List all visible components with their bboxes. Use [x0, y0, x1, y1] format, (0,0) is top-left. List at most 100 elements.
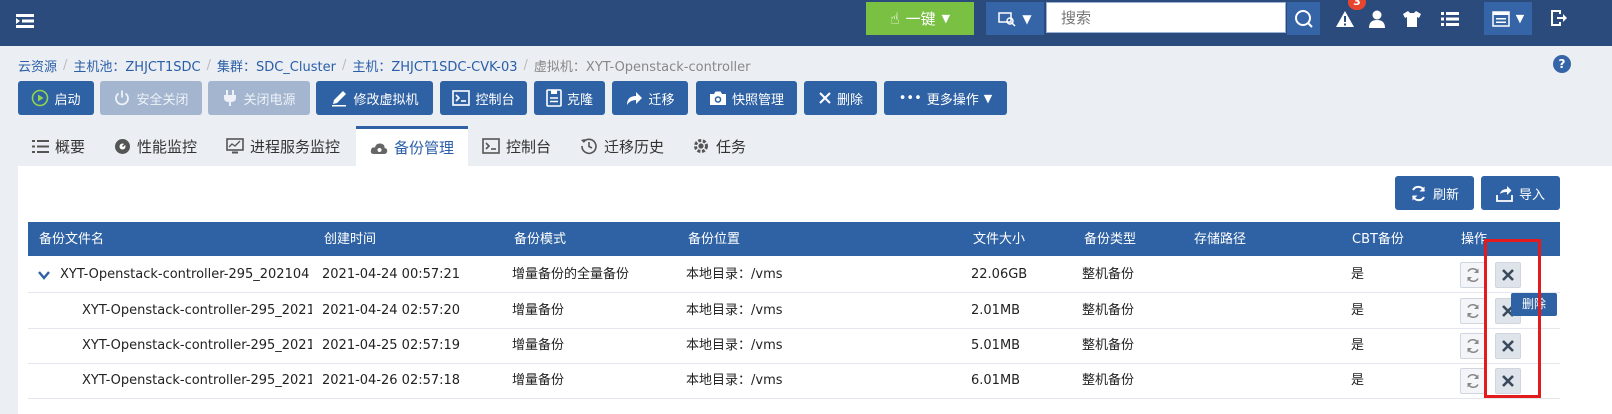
tab-tasks-label: 任务	[716, 137, 747, 156]
delete-vm-label: 删除	[836, 92, 863, 108]
chevron-down-icon[interactable]	[38, 269, 50, 280]
created-time: 2021-04-24 00:57:21	[322, 267, 461, 282]
restore-button[interactable]	[1460, 298, 1486, 324]
start-button[interactable]: 启动	[18, 81, 94, 115]
delete-backup-button[interactable]	[1495, 262, 1521, 288]
modify-vm-button[interactable]: 修改虚拟机	[316, 81, 433, 115]
view-switch-dropdown[interactable]: ▼	[1484, 2, 1532, 35]
tab-migration-history[interactable]: 迁移历史	[580, 126, 664, 166]
restore-button[interactable]	[1460, 333, 1486, 359]
import-icon	[1496, 185, 1513, 202]
clone-button[interactable]: 克隆	[534, 81, 605, 115]
table-row[interactable]: XYT-Openstack-controller-295_202104… 202…	[28, 257, 1560, 293]
breadcrumb-host-pool[interactable]: 主机池：ZHJCT1SDC	[73, 56, 200, 75]
column-header-location[interactable]: 备份位置	[688, 222, 740, 256]
list-icon[interactable]	[1439, 8, 1461, 30]
modify-vm-label: 修改虚拟机	[353, 92, 419, 108]
breadcrumb-vm: 虚拟机：XYT-Openstack-controller	[533, 59, 751, 75]
breadcrumb-separator: /	[63, 57, 68, 73]
top-bar: ☝ 一键 ▼ ▼ 3 ▼	[0, 0, 1612, 46]
column-header-type[interactable]: 备份类型	[1084, 222, 1136, 256]
backup-mode: 增量备份	[512, 373, 565, 388]
search-type-icon	[998, 11, 1016, 27]
column-header-size[interactable]: 文件大小	[973, 222, 1025, 256]
tab-console[interactable]: 控制台	[482, 126, 551, 166]
tab-overview-label: 概要	[55, 137, 86, 156]
delete-backup-button[interactable]	[1495, 368, 1521, 394]
breadcrumb-host[interactable]: 主机：ZHJCT1SDC-CVK-03	[352, 56, 517, 75]
column-header-mode[interactable]: 备份模式	[514, 222, 566, 256]
backup-mode: 增量备份的全量备份	[512, 267, 630, 282]
file-size: 22.06GB	[971, 267, 1028, 282]
column-header-name[interactable]: 备份文件名	[39, 222, 104, 256]
refresh-icon	[1412, 185, 1425, 201]
restore-icon	[1467, 303, 1479, 319]
refresh-button[interactable]: 刷新	[1395, 176, 1474, 210]
console-label: 控制台	[475, 92, 515, 108]
tab-overview[interactable]: 概要	[32, 126, 85, 166]
ellipsis-icon: •••	[898, 90, 922, 106]
cloud-icon	[370, 142, 388, 154]
breadcrumb-separator: /	[523, 57, 528, 73]
caret-down-icon: ▼	[1515, 12, 1525, 25]
one-click-label: 一键	[905, 10, 936, 28]
column-header-path[interactable]: 存储路径	[1194, 222, 1246, 256]
import-button[interactable]: 导入	[1481, 176, 1560, 210]
refresh-label: 刷新	[1432, 187, 1459, 203]
snapshot-button[interactable]: 快照管理	[696, 81, 797, 115]
restore-button[interactable]	[1460, 368, 1486, 394]
skin-icon[interactable]	[1401, 8, 1423, 30]
restore-button[interactable]	[1460, 262, 1486, 288]
close-icon	[1502, 269, 1514, 281]
play-circle-icon	[32, 89, 49, 107]
caret-down-icon: ▼	[983, 91, 993, 105]
history-icon	[581, 138, 597, 155]
table-row[interactable]: XYT-Openstack-controller-295_202104 2021…	[28, 328, 1560, 364]
one-click-button[interactable]: ☝ 一键 ▼	[866, 2, 974, 35]
logout-icon[interactable]	[1548, 8, 1570, 30]
backup-location: 本地目录：/vms	[686, 303, 783, 318]
user-icon[interactable]	[1366, 8, 1388, 30]
tab-backup[interactable]: 备份管理	[356, 126, 468, 166]
search-input[interactable]	[1046, 2, 1286, 33]
menu-toggle-icon[interactable]	[14, 10, 38, 34]
file-size: 5.01MB	[971, 338, 1021, 353]
power-off-button[interactable]: 关闭电源	[208, 81, 310, 115]
search-button[interactable]	[1287, 2, 1320, 35]
backup-type: 整机备份	[1082, 338, 1135, 353]
restore-icon	[1467, 338, 1479, 354]
safe-shutdown-button[interactable]: 安全关闭	[100, 81, 202, 115]
column-header-cbt[interactable]: CBT备份	[1352, 222, 1404, 256]
delete-vm-button[interactable]: 删除	[804, 81, 877, 115]
close-icon	[819, 92, 831, 104]
delete-backup-button[interactable]	[1495, 333, 1521, 359]
breadcrumb: 云资源 / 主机池：ZHJCT1SDC / 集群：SDC_Cluster / 主…	[18, 56, 751, 75]
search-type-dropdown[interactable]: ▼	[986, 2, 1044, 35]
table-row[interactable]: XYT-Openstack-controller-295_202104 2021…	[28, 293, 1560, 329]
tab-tasks[interactable]: 任务	[692, 126, 746, 166]
console-button[interactable]: 控制台	[440, 81, 527, 115]
breadcrumb-cluster[interactable]: 集群：SDC_Cluster	[217, 56, 336, 75]
backup-location: 本地目录：/vms	[686, 338, 783, 353]
table-row[interactable]: XYT-Openstack-controller-295_202104 2021…	[28, 363, 1560, 399]
share-arrow-icon	[627, 92, 643, 105]
created-time: 2021-04-25 02:57:19	[322, 338, 461, 353]
close-icon	[1502, 340, 1514, 352]
backup-file-name: XYT-Openstack-controller-295_202104	[82, 303, 312, 318]
caret-down-icon: ▼	[941, 12, 951, 25]
alert-icon[interactable]	[1334, 8, 1356, 30]
backup-type: 整机备份	[1082, 267, 1135, 282]
created-time: 2021-04-26 02:57:18	[322, 373, 461, 388]
file-size: 6.01MB	[971, 373, 1021, 388]
cbt-backup: 是	[1351, 303, 1365, 318]
tab-process-monitor[interactable]: 进程服务监控	[226, 126, 340, 166]
migrate-button[interactable]: 迁移	[612, 81, 688, 115]
help-icon[interactable]: ?	[1553, 55, 1571, 73]
backup-type: 整机备份	[1082, 303, 1135, 318]
tab-performance[interactable]: 性能监控	[114, 126, 197, 166]
breadcrumb-cloud-resources[interactable]: 云资源	[18, 56, 57, 75]
column-header-created[interactable]: 创建时间	[324, 222, 376, 256]
safe-shutdown-label: 安全关闭	[136, 92, 189, 108]
import-label: 导入	[1518, 187, 1545, 203]
more-actions-button[interactable]: ••• 更多操作 ▼	[884, 81, 1007, 115]
